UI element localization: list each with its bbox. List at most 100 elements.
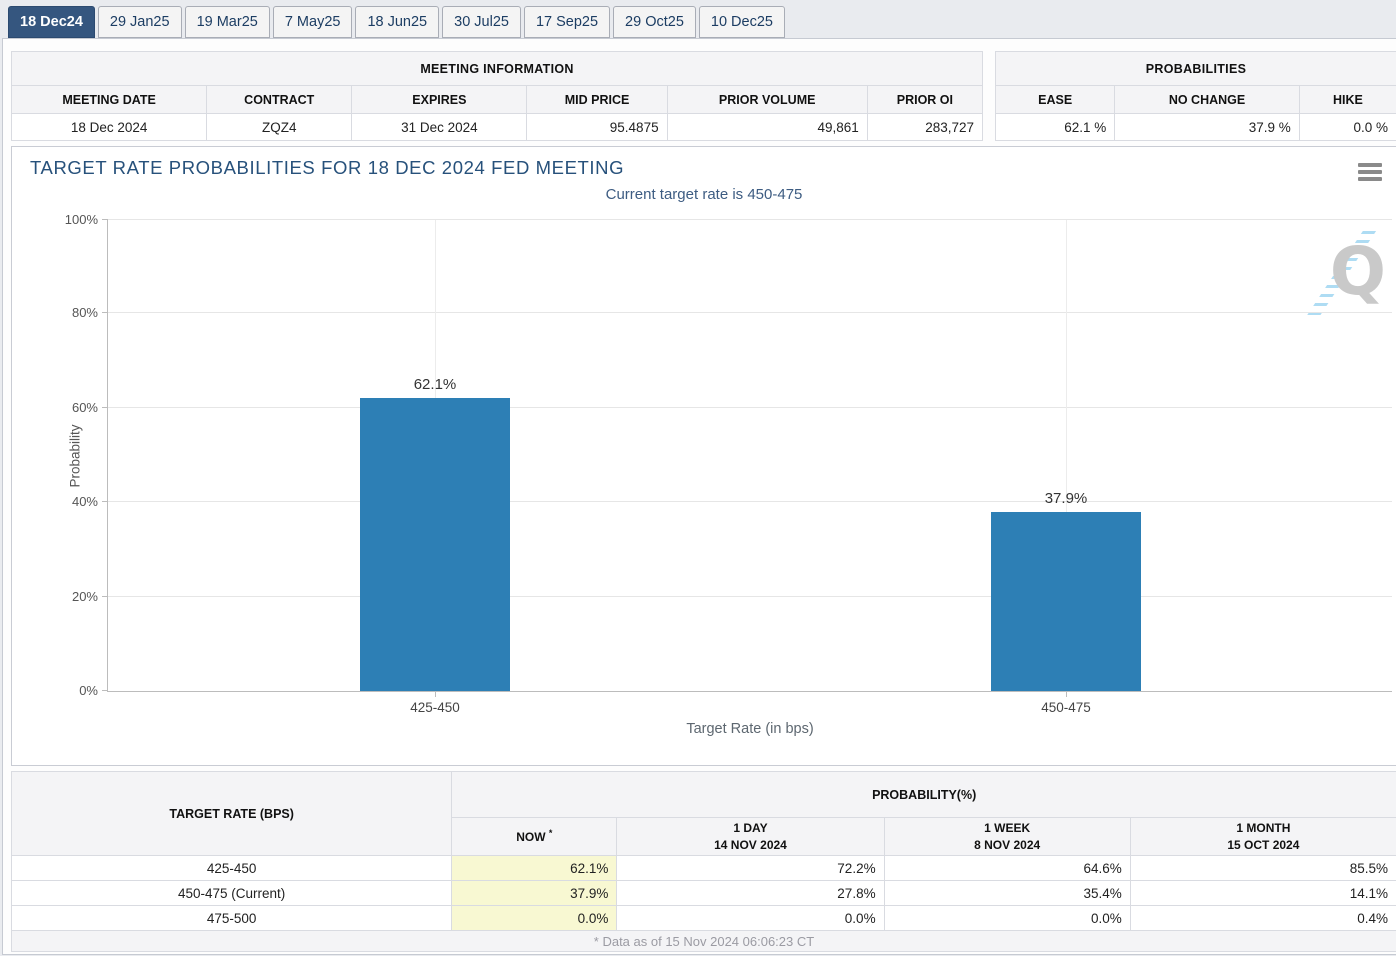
- ytick-label-80: 80%: [46, 305, 98, 320]
- day-450-475: 27.8%: [617, 881, 884, 906]
- hike-value: 0.0 %: [1299, 114, 1396, 141]
- content-surface: MEETING INFORMATION MEETING DATE CONTRAC…: [2, 38, 1396, 955]
- col-meeting-date: MEETING DATE: [12, 86, 207, 114]
- chart-subtitle: Current target rate is 450-475: [12, 186, 1396, 203]
- one-month-header: 1 MONTH 15 OCT 2024: [1130, 818, 1396, 856]
- day-425-450: 72.2%: [617, 856, 884, 881]
- now-425-450: 62.1%: [452, 856, 617, 881]
- rate-450-475: 450-475 (Current): [12, 881, 452, 906]
- col-no-change: NO CHANGE: [1115, 86, 1299, 114]
- week-450-475: 35.4%: [884, 881, 1130, 906]
- ytick-0: [102, 690, 108, 691]
- target-rate-chart-panel: TARGET RATE PROBABILITIES FOR 18 DEC 202…: [11, 146, 1396, 766]
- meeting-info-row: 18 Dec 2024 ZQZ4 31 Dec 2024 95.4875 49,…: [12, 114, 983, 141]
- ytick-40: [102, 501, 108, 502]
- month-425-450: 85.5%: [1130, 856, 1396, 881]
- bar-425-450[interactable]: [360, 398, 510, 691]
- tab-29-jan25[interactable]: 29 Jan25: [98, 6, 182, 38]
- now-asterisk: *: [549, 828, 553, 838]
- xcat-425-450: 425-450: [360, 700, 510, 715]
- probabilities-title: PROBABILITIES: [996, 52, 1396, 86]
- probabilities-summary-table: PROBABILITIES EASE NO CHANGE HIKE 62.1 %…: [995, 51, 1396, 141]
- tab-19-mar25[interactable]: 19 Mar25: [185, 6, 270, 38]
- ytick-20: [102, 596, 108, 597]
- chart-menu-icon[interactable]: [1358, 163, 1382, 181]
- gridline-40: [108, 501, 1392, 502]
- day-475-500: 0.0%: [617, 906, 884, 931]
- table-row-425-450: 425-450 62.1% 72.2% 64.6% 85.5%: [12, 856, 1396, 881]
- meeting-information-table: MEETING INFORMATION MEETING DATE CONTRAC…: [11, 51, 983, 141]
- xtick-cat1: [435, 691, 436, 697]
- one-week-label: 1 WEEK: [984, 821, 1030, 835]
- now-475-500: 0.0%: [452, 906, 617, 931]
- xtick-cat2: [1066, 691, 1067, 697]
- one-week-date: 8 NOV 2024: [974, 838, 1040, 852]
- contract-value: ZQZ4: [207, 114, 352, 141]
- month-475-500: 0.4%: [1130, 906, 1396, 931]
- prior-volume-value: 49,861: [667, 114, 867, 141]
- one-month-date: 15 OCT 2024: [1227, 838, 1299, 852]
- ytick-label-20: 20%: [46, 589, 98, 604]
- table-row-475-500: 475-500 0.0% 0.0% 0.0% 0.4%: [12, 906, 1396, 931]
- one-week-header: 1 WEEK 8 NOV 2024: [884, 818, 1130, 856]
- bar-label-450-475: 37.9%: [1045, 490, 1088, 507]
- meeting-information-title: MEETING INFORMATION: [12, 52, 983, 86]
- chart-plot-area: 0% 20% 40% 60% 80% 100% Probability Targ…: [107, 220, 1392, 692]
- tab-18-dec24[interactable]: 18 Dec24: [8, 6, 95, 38]
- meeting-date-value: 18 Dec 2024: [12, 114, 207, 141]
- tab-7-may25[interactable]: 7 May25: [273, 6, 353, 38]
- tab-29-oct25[interactable]: 29 Oct25: [613, 6, 696, 38]
- col-contract: CONTRACT: [207, 86, 352, 114]
- target-rate-bps-header: TARGET RATE (BPS): [12, 772, 452, 856]
- col-hike: HIKE: [1299, 86, 1396, 114]
- gridline-100: [108, 219, 1392, 220]
- week-475-500: 0.0%: [884, 906, 1130, 931]
- gridline-80: [108, 312, 1392, 313]
- week-425-450: 64.6%: [884, 856, 1130, 881]
- tab-10-dec25[interactable]: 10 Dec25: [699, 6, 785, 38]
- col-ease: EASE: [996, 86, 1115, 114]
- bar-label-425-450: 62.1%: [414, 376, 457, 393]
- table-row-450-475: 450-475 (Current) 37.9% 27.8% 35.4% 14.1…: [12, 881, 1396, 906]
- bar-group-425-450: 62.1%: [360, 376, 510, 691]
- col-prior-oi: PRIOR OI: [867, 86, 982, 114]
- now-header-text: NOW: [516, 830, 545, 844]
- now-header: NOW *: [452, 818, 617, 856]
- fedwatch-page: 18 Dec24 29 Jan25 19 Mar25 7 May25 18 Ju…: [0, 0, 1396, 956]
- one-month-label: 1 MONTH: [1236, 821, 1290, 835]
- rate-475-500: 475-500: [12, 906, 452, 931]
- x-axis-title: Target Rate (in bps): [108, 721, 1392, 737]
- probability-group-header: PROBABILITY(%): [452, 772, 1396, 818]
- tab-18-jun25[interactable]: 18 Jun25: [355, 6, 439, 38]
- gridline-20: [108, 596, 1392, 597]
- probability-history-table: TARGET RATE (BPS) PROBABILITY(%) NOW * 1…: [11, 771, 1396, 952]
- meeting-date-tabbar: 18 Dec24 29 Jan25 19 Mar25 7 May25 18 Ju…: [8, 6, 785, 38]
- gridline-60: [108, 407, 1392, 408]
- col-expires: EXPIRES: [352, 86, 527, 114]
- col-mid-price: MID PRICE: [527, 86, 667, 114]
- ytick-label-100: 100%: [46, 212, 98, 227]
- rate-425-450: 425-450: [12, 856, 452, 881]
- y-axis-title: Probability: [68, 396, 83, 516]
- bar-group-450-475: 37.9%: [991, 490, 1141, 691]
- tab-30-jul25[interactable]: 30 Jul25: [442, 6, 521, 38]
- chart-title: TARGET RATE PROBABILITIES FOR 18 DEC 202…: [30, 157, 624, 179]
- ytick-100: [102, 219, 108, 220]
- no-change-value: 37.9 %: [1115, 114, 1299, 141]
- ytick-60: [102, 407, 108, 408]
- data-as-of-footnote: * Data as of 15 Nov 2024 06:06:23 CT: [12, 931, 1396, 952]
- prior-oi-value: 283,727: [867, 114, 982, 141]
- bar-450-475[interactable]: [991, 512, 1141, 691]
- mid-price-value: 95.4875: [527, 114, 667, 141]
- ytick-80: [102, 312, 108, 313]
- one-day-date: 14 NOV 2024: [714, 838, 787, 852]
- tab-17-sep25[interactable]: 17 Sep25: [524, 6, 610, 38]
- ytick-label-0: 0%: [46, 683, 98, 698]
- col-prior-volume: PRIOR VOLUME: [667, 86, 867, 114]
- expires-value: 31 Dec 2024: [352, 114, 527, 141]
- one-day-label: 1 DAY: [733, 821, 767, 835]
- one-day-header: 1 DAY 14 NOV 2024: [617, 818, 884, 856]
- now-450-475: 37.9%: [452, 881, 617, 906]
- xcat-450-475: 450-475: [991, 700, 1141, 715]
- ease-value: 62.1 %: [996, 114, 1115, 141]
